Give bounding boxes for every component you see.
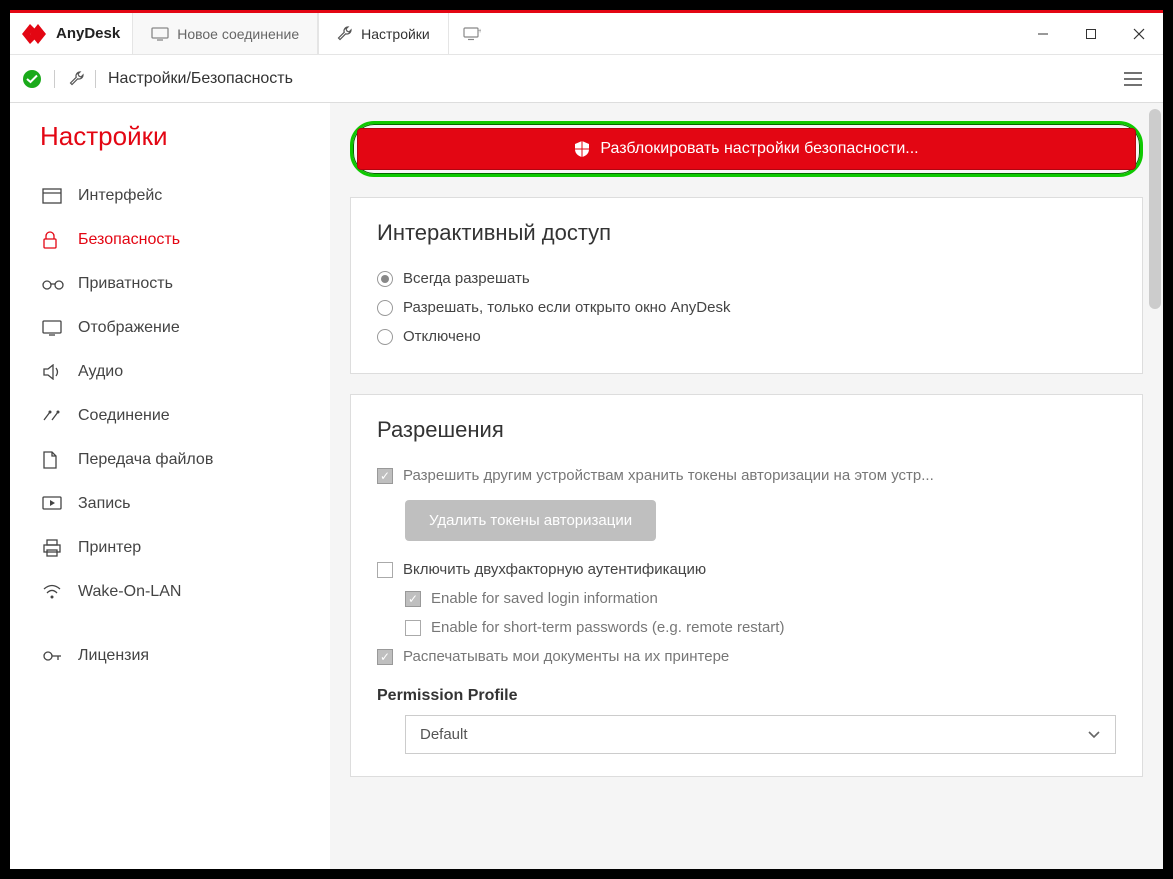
sidebar-item-label: Приватность [78,275,173,293]
sidebar-item-privacy[interactable]: Приватность [34,262,330,306]
radio-icon [377,271,393,287]
tab-new-connection[interactable]: Новое соединение [132,13,318,54]
connection-icon [42,408,64,424]
shield-icon [574,140,590,158]
sidebar-item-label: Интерфейс [78,187,162,205]
check-allow-tokens[interactable]: Разрешить другим устройствам хранить ток… [377,461,1116,490]
sidebar-item-audio[interactable]: Аудио [34,350,330,394]
unlock-label: Разблокировать настройки безопасности... [600,140,918,158]
status-ok-icon [22,69,42,89]
radio-disabled[interactable]: Отключено [377,322,1116,351]
main-content: Разблокировать настройки безопасности...… [330,103,1163,869]
chevron-down-icon [1087,730,1101,740]
tab-new-monitor[interactable]: + [449,13,495,54]
breadcrumb-text: Настройки/Безопасность [95,70,293,88]
monitor-icon [151,27,169,41]
card-title: Разрешения [377,417,1116,443]
permission-profile-label: Permission Profile [377,687,1116,705]
checkbox-icon [377,468,393,484]
wrench-icon [337,26,353,42]
close-button[interactable] [1115,13,1163,54]
checkbox-icon [405,620,421,636]
monitor-plus-icon: + [463,27,481,41]
sidebar-item-label: Аудио [78,363,123,381]
speaker-icon [42,364,64,380]
toolbar: Настройки/Безопасность [10,55,1163,103]
checkbox-icon [377,649,393,665]
check-print-docs[interactable]: Распечатывать мои документы на их принте… [377,642,1116,671]
sidebar-item-label: Соединение [78,407,170,425]
permission-profile-select[interactable]: Default [405,715,1116,754]
sidebar-item-connection[interactable]: Соединение [34,394,330,438]
sidebar-item-file-transfer[interactable]: Передача файлов [34,438,330,482]
sidebar-item-interface[interactable]: Интерфейс [34,174,330,218]
checkbox-icon [405,591,421,607]
hamburger-icon [1124,72,1142,86]
unlock-security-button[interactable]: Разблокировать настройки безопасности... [357,128,1136,170]
sidebar-item-license[interactable]: Лицензия [34,634,330,678]
sidebar-item-label: Запись [78,495,131,513]
wrench-icon [69,71,85,87]
card-permissions: Разрешения Разрешить другим устройствам … [350,394,1143,777]
window-controls [1019,13,1163,54]
check-label: Enable for saved login information [431,590,658,607]
tab-settings[interactable]: Настройки [318,13,449,54]
app-name: AnyDesk [56,25,120,42]
radio-label: Всегда разрешать [403,270,530,287]
tab-label: Настройки [361,26,430,42]
sidebar-item-label: Отображение [78,319,180,337]
check-enable-short-term[interactable]: Enable for short-term passwords (e.g. re… [377,613,1116,642]
svg-text:+: + [478,28,481,35]
sidebar-item-label: Wake-On-LAN [78,583,181,601]
window-icon [42,188,64,204]
breadcrumb: Настройки/Безопасность [54,70,293,88]
glasses-icon [42,278,64,290]
radio-icon [377,300,393,316]
sidebar: Настройки Интерфейс Безопасность Приватн… [10,103,330,869]
sidebar-item-security[interactable]: Безопасность [34,218,330,262]
record-icon [42,496,64,512]
title-bar: AnyDesk Новое соединение Настройки + [10,13,1163,55]
sidebar-item-label: Лицензия [78,647,149,665]
lock-icon [42,231,64,249]
card-interactive-access: Интерактивный доступ Всегда разрешать Ра… [350,197,1143,374]
maximize-button[interactable] [1067,13,1115,54]
tab-label: Новое соединение [177,26,299,42]
sidebar-item-wol[interactable]: Wake-On-LAN [34,570,330,614]
menu-button[interactable] [1115,72,1151,86]
check-label: Разрешить другим устройствам хранить ток… [403,467,934,484]
sidebar-item-label: Принтер [78,539,141,557]
check-enable-saved-login[interactable]: Enable for saved login information [377,584,1116,613]
radio-allow-if-window[interactable]: Разрешать, только если открыто окно AnyD… [377,293,1116,322]
radio-always-allow[interactable]: Всегда разрешать [377,264,1116,293]
minimize-button[interactable] [1019,13,1067,54]
key-icon [42,648,64,664]
sidebar-item-label: Передача файлов [78,451,213,469]
delete-tokens-button[interactable]: Удалить токены авторизации [405,500,656,541]
sidebar-item-label: Безопасность [78,231,180,249]
display-icon [42,320,64,336]
radio-icon [377,329,393,345]
card-title: Интерактивный доступ [377,220,1116,246]
scrollbar[interactable] [1149,109,1161,309]
check-enable-2fa[interactable]: Включить двухфакторную аутентификацию [377,555,1116,584]
radio-label: Разрешать, только если открыто окно AnyD… [403,299,730,316]
sidebar-title: Настройки [34,121,330,152]
checkbox-icon [377,562,393,578]
select-value: Default [420,726,468,743]
check-label: Распечатывать мои документы на их принте… [403,648,729,665]
sidebar-item-recording[interactable]: Запись [34,482,330,526]
check-label: Включить двухфакторную аутентификацию [403,561,706,578]
printer-icon [42,539,64,557]
unlock-highlight: Разблокировать настройки безопасности... [350,121,1143,177]
check-label: Enable for short-term passwords (e.g. re… [431,619,784,636]
app-logo-area: AnyDesk [10,13,132,54]
sidebar-item-display[interactable]: Отображение [34,306,330,350]
radio-label: Отключено [403,328,481,345]
anydesk-logo-icon [22,24,48,44]
sidebar-item-printer[interactable]: Принтер [34,526,330,570]
file-icon [42,451,64,469]
wifi-icon [42,584,64,600]
